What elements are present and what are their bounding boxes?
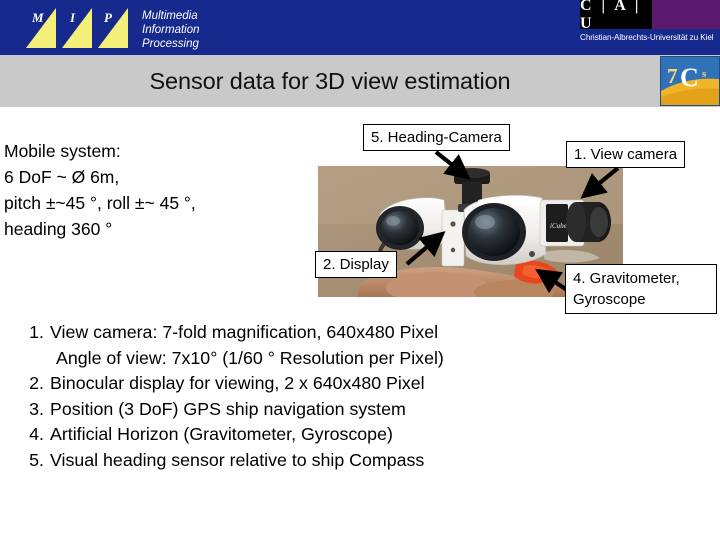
list-item: 5. Visual heading sensor relative to shi… bbox=[10, 448, 610, 474]
svg-text:I: I bbox=[69, 10, 76, 25]
feature-list: 1. View camera: 7-fold magnification, 64… bbox=[10, 320, 610, 474]
spec-line-3: heading 360 ° bbox=[4, 219, 113, 239]
list-item-text: View camera: 7-fold magnification, 640x4… bbox=[50, 322, 439, 342]
list-item-number: 2. bbox=[29, 373, 44, 394]
list-item-text: Binocular display for viewing, 2 x 640x4… bbox=[50, 373, 425, 394]
spec-line-2: pitch ±~45 °, roll ±~ 45 °, bbox=[4, 193, 196, 213]
svg-text:P: P bbox=[104, 10, 113, 25]
spec-line-1: 6 DoF ~ Ø 6m, bbox=[4, 167, 120, 187]
list-item-text: Artificial Horizon (Gravitometer, Gyrosc… bbox=[50, 424, 393, 445]
callout-heading-camera: 5. Heading-Camera bbox=[363, 124, 510, 151]
callout-gravitometer: 4. Gravitometer, Gyroscope bbox=[565, 264, 717, 314]
svg-text:iCube: iCube bbox=[550, 222, 567, 230]
list-item: 2. Binocular display for viewing, 2 x 64… bbox=[10, 371, 610, 397]
mobile-system-specs: Mobile system: 6 DoF ~ Ø 6m, pitch ±~45 … bbox=[4, 138, 304, 242]
spec-line-0: Mobile system: bbox=[4, 141, 121, 161]
page-title: Sensor data for 3D view estimation bbox=[149, 68, 511, 94]
list-item-text: Visual heading sensor relative to ship C… bbox=[50, 449, 425, 470]
svg-text:Multimedia: Multimedia bbox=[142, 10, 198, 22]
callout-display: 2. Display bbox=[315, 251, 397, 278]
list-item-number: 5. bbox=[29, 449, 44, 470]
list-item: 1. View camera: 7-fold magnification, 64… bbox=[10, 320, 610, 346]
cau-letters: C | A | U bbox=[580, 0, 642, 32]
callout-view-camera: 1. View camera bbox=[566, 141, 686, 168]
svg-text:7: 7 bbox=[667, 64, 678, 88]
cau-logo: C | A | U Christian-Albrechts-Universitä… bbox=[540, 0, 720, 55]
list-item-sub: Angle of view: 7x10° (1/60 ° Resolution … bbox=[56, 347, 444, 368]
cau-subtitle: Christian-Albrechts-Universität zu Kiel bbox=[580, 33, 714, 42]
mip-logo: M I P Multimedia Information Processing bbox=[18, 4, 338, 52]
svg-text:s: s bbox=[702, 68, 707, 80]
sevencs-logo: 7 C s bbox=[660, 56, 720, 106]
svg-text:M: M bbox=[31, 10, 44, 25]
list-item-number: 4. bbox=[29, 424, 44, 445]
svg-text:C: C bbox=[680, 63, 699, 92]
svg-text:Information: Information bbox=[142, 24, 200, 36]
list-item-number: 1. bbox=[29, 322, 44, 342]
list-item-number: 3. bbox=[29, 398, 44, 419]
list-item-text: Position (3 DoF) GPS ship navigation sys… bbox=[50, 398, 406, 419]
list-item: 3. Position (3 DoF) GPS ship navigation … bbox=[10, 397, 610, 423]
svg-text:Processing: Processing bbox=[142, 38, 199, 50]
list-item: 4. Artificial Horizon (Gravitometer, Gyr… bbox=[10, 422, 610, 448]
